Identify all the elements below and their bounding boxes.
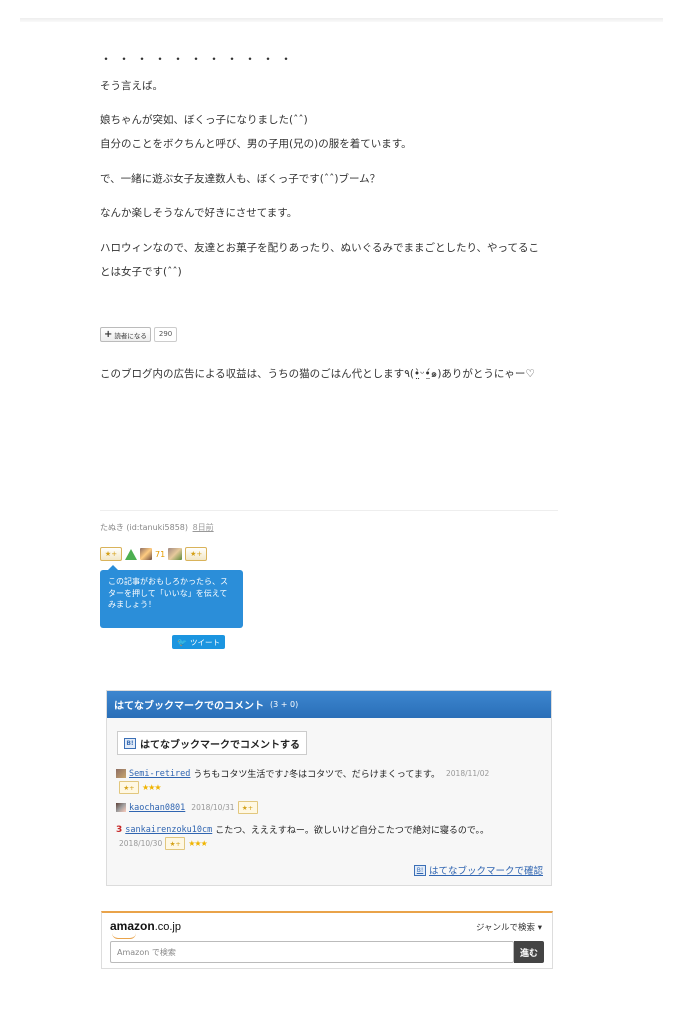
paragraph: なんか楽しそうなんで好きにさせてます。 (100, 207, 298, 219)
add-star-button[interactable]: ★+ (185, 547, 208, 561)
hatena-b-icon: B! (124, 737, 136, 749)
bookmark-stars: ★+ ★★★ (119, 781, 161, 794)
hatena-comment-button[interactable]: B! はてなブックマークでコメントする (117, 731, 307, 755)
genre-dropdown[interactable]: ジャンルで検索 ▾ (476, 921, 542, 933)
paragraph: ハロウィンなので、友達とお菓子を配りあったり、ぬいぐるみでままごとしたり、やって… (100, 242, 540, 254)
subscriber-count: 290 (153, 327, 178, 342)
user-avatar[interactable] (116, 803, 126, 812)
paragraph: 自分のことをボクちんと呼び、男の子用(兄の)の服を着ています。 (100, 138, 412, 150)
amazon-search-widget: amazon.co.jp ジャンルで検索 ▾ Amazon で検索 進む (101, 911, 553, 969)
bookmark-date: 2018/11/02 (446, 769, 490, 778)
hatena-header-count: (3 + 0) (270, 700, 299, 709)
amazon-logo-text: amazon (110, 919, 155, 933)
tweet-button[interactable]: 🐦 ツイート (172, 635, 225, 649)
hatena-header: はてなブックマークでのコメント (3 + 0) (107, 691, 551, 718)
bookmark-comment: こたつ、えええすねー。欲しいけど自分こたつで絶対に寝るので。。 (215, 826, 489, 836)
plus-icon: + (104, 328, 113, 340)
bookmark-user-link[interactable]: kaochan0801 (129, 803, 185, 813)
rank-number-icon: 3 (116, 824, 123, 835)
star-tooltip: この記事がおもしろかったら、スターを押して「いいな」を伝えてみましょう！ (100, 565, 243, 628)
divider (100, 510, 558, 511)
star-bar: ★+ 71 ★+ (100, 547, 208, 561)
hatena-b-icon: B! (413, 864, 426, 876)
hatena-bookmark-comments: はてなブックマークでのコメント (3 + 0) B! はてなブックマークでコメン… (106, 690, 552, 886)
user-avatar[interactable] (168, 548, 183, 560)
bookmark-meta: 2018/10/30 ★+ ★★★ (119, 837, 208, 850)
user-avatar[interactable] (140, 548, 152, 560)
bookmark-entry: 3 sankairenzoku10cm こたつ、えええすねー。欲しいけど自分こた… (116, 823, 489, 837)
subscribe-button[interactable]: + 読者になる (100, 327, 151, 342)
star-list[interactable]: ★★★ (188, 839, 207, 848)
star-count[interactable]: 71 (155, 550, 165, 559)
author-name: たぬき (id:tanuki5858) (100, 523, 189, 532)
star-list[interactable]: ★★★ (142, 783, 161, 792)
bookmark-date: 2018/10/30 (119, 839, 163, 848)
bookmark-user-link[interactable]: sankairenzoku10cm (125, 825, 212, 835)
add-star-button[interactable]: ★+ (119, 781, 139, 794)
author-line: たぬき (id:tanuki5858) 8日前 (100, 522, 214, 533)
twitter-bird-icon: 🐦 (177, 637, 187, 647)
amazon-search-input[interactable]: Amazon で検索 (110, 941, 514, 963)
add-star-button[interactable]: ★+ (100, 547, 122, 561)
amazon-logo-tld: .co.jp (154, 921, 181, 933)
bookmark-entry: Semi-retired うちもコタツ生活です♪冬はコタツで、だらけまくってます… (116, 767, 489, 780)
subscribe-widget: + 読者になる 290 (100, 327, 178, 342)
post-date-link[interactable]: 8日前 (193, 523, 214, 532)
hatena-header-title: はてなブックマークでのコメント (114, 701, 264, 712)
tweet-label: ツイート (189, 637, 220, 647)
bookmark-comment: うちもコタツ生活です♪冬はコタツで、だらけまくってます。 (193, 770, 441, 780)
amazon-smile-icon (112, 933, 136, 939)
subscribe-label: 読者になる (114, 331, 147, 340)
ad-notice: このブログ内の広告による収益は、うちの猫のごはん代とします٩(•̤̀ᵕ•̤́๑)… (100, 368, 535, 380)
hatena-confirm-link[interactable]: B! はてなブックマークで確認 (413, 863, 543, 877)
paragraph: 娘ちゃんが突如、ぼくっ子になりました(ˆˆ) (100, 114, 308, 126)
top-border (20, 18, 663, 22)
amazon-search-button[interactable]: 進む (514, 941, 544, 963)
dots-separator: ・・・・・・・・・・・ (100, 52, 299, 66)
paragraph: で、一緒に遊ぶ女子友達数人も、ぼくっ子です(ˆˆ)ブーム？ (100, 173, 381, 185)
hatena-confirm-label: はてなブックマークで確認 (428, 866, 543, 877)
add-star-button[interactable]: ★+ (237, 801, 258, 814)
bookmark-entry: kaochan0801 2018/10/31 ★+ (116, 801, 258, 814)
add-star-button[interactable]: ★+ (165, 837, 186, 850)
paragraph: とは女子です(ˆˆ) (100, 266, 182, 278)
green-star-icon (125, 548, 137, 560)
amazon-logo[interactable]: amazon.co.jp (110, 919, 181, 933)
bookmark-date: 2018/10/31 (191, 803, 235, 812)
hatena-comment-label: はてなブックマークでコメントする (140, 739, 300, 751)
user-avatar[interactable] (116, 769, 126, 778)
bookmark-user-link[interactable]: Semi-retired (129, 769, 190, 779)
paragraph: そう言えば。 (100, 80, 163, 92)
